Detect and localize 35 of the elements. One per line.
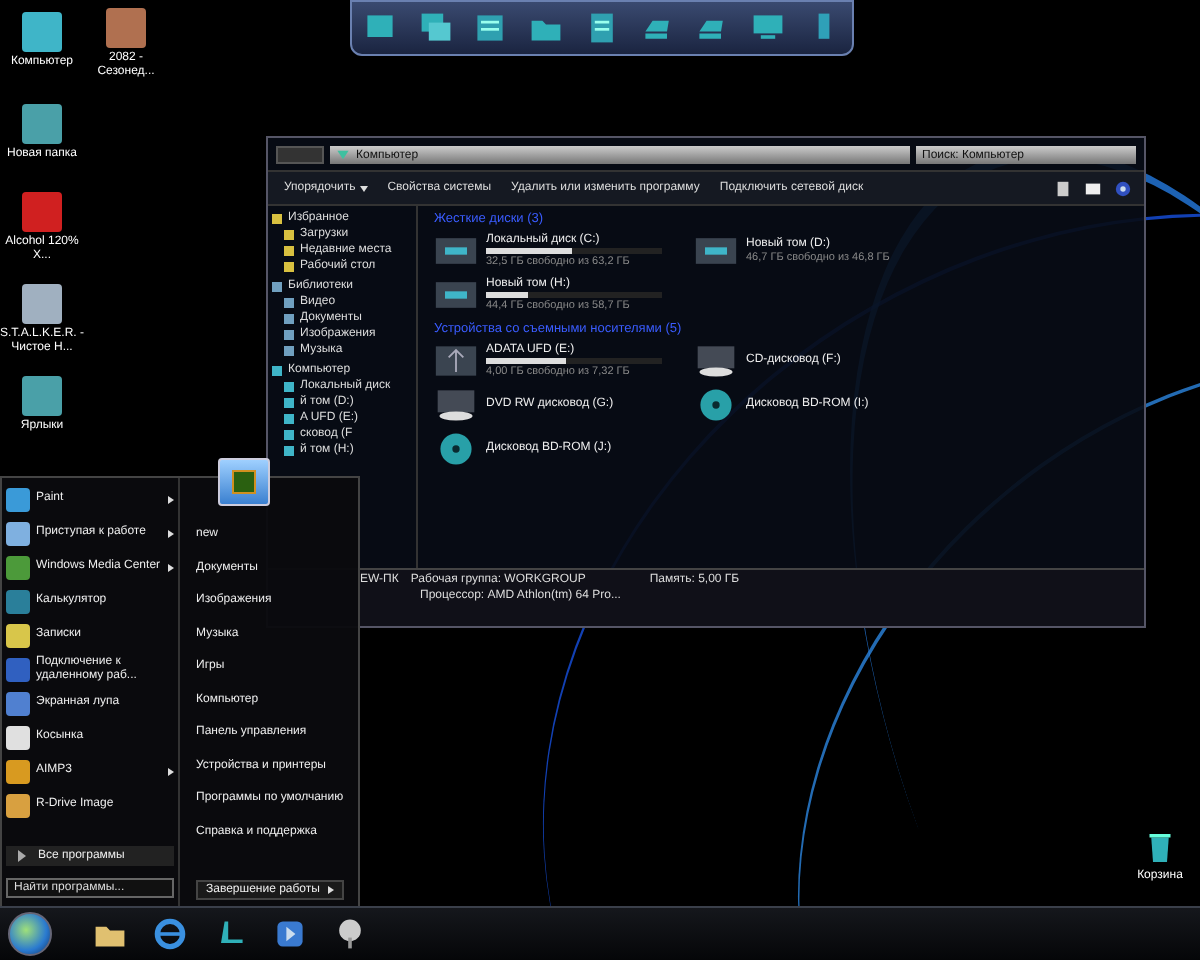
program-icon <box>6 759 30 783</box>
shortcut-icon <box>22 192 62 232</box>
program-icon <box>6 521 30 545</box>
disc-icon <box>694 387 738 421</box>
usb-drive-icon <box>434 343 478 377</box>
recycle-bin-icon <box>1146 830 1174 866</box>
disc-icon <box>434 431 478 465</box>
shortcut-icon <box>22 12 62 52</box>
hard-drive-icon <box>694 233 738 267</box>
windows-icon[interactable] <box>417 10 454 46</box>
view-icon[interactable] <box>1054 179 1072 197</box>
program-icon <box>6 725 30 749</box>
browser-icon[interactable] <box>152 916 188 952</box>
list-icon[interactable] <box>472 10 509 46</box>
help-icon[interactable] <box>1114 179 1132 197</box>
program-icon <box>6 657 30 681</box>
start-button[interactable] <box>8 912 52 956</box>
program-icon <box>6 691 30 715</box>
program-icon <box>6 589 30 613</box>
program-icon <box>6 555 30 579</box>
program-icon <box>6 793 30 817</box>
shortcut-icon <box>22 284 62 324</box>
shortcut-icon <box>22 376 62 416</box>
hard-drive-icon <box>434 277 478 311</box>
user-picture <box>218 458 270 506</box>
media-player-icon[interactable] <box>272 916 308 952</box>
shortcut-icon <box>22 104 62 144</box>
optical-drive-icon <box>434 387 478 421</box>
program-icon <box>6 487 30 511</box>
optical-drive-icon <box>694 343 738 377</box>
triangle-icon <box>336 148 350 162</box>
preview-pane-icon[interactable] <box>1084 179 1102 197</box>
hard-drive-icon <box>434 233 478 267</box>
shortcut-icon <box>106 8 146 48</box>
program-icon <box>6 623 30 647</box>
